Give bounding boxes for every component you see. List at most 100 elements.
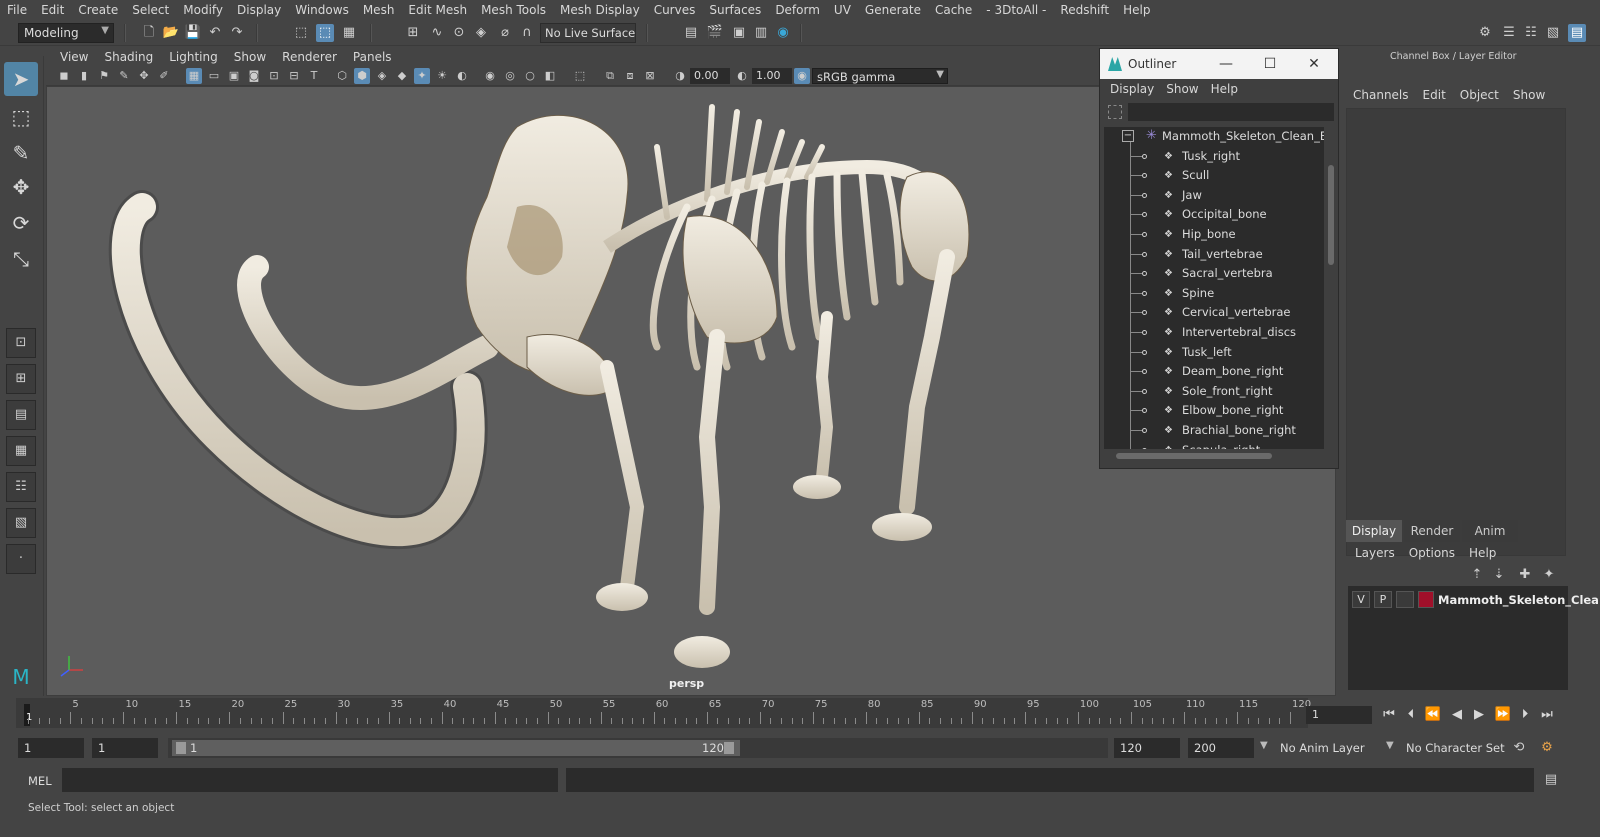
exposure-icon[interactable]: ◑ xyxy=(672,68,688,84)
magnet-icon[interactable]: ∩ xyxy=(518,24,536,42)
outliner-item[interactable]: ❖ Scapula_right xyxy=(1104,441,1324,449)
redo-icon[interactable]: ↷ xyxy=(228,24,246,42)
undo-icon[interactable]: ↶ xyxy=(206,24,224,42)
layer-row[interactable]: V P Mammoth_Skeleton_Clea xyxy=(1348,590,1599,610)
menu-select[interactable]: Select xyxy=(125,3,176,17)
textured-icon[interactable]: ◆ xyxy=(394,68,410,84)
outliner-item[interactable]: ❖ Jaw xyxy=(1104,186,1324,205)
outliner-menu-display[interactable]: Display xyxy=(1104,82,1160,96)
panel-menu-view[interactable]: View xyxy=(52,50,96,64)
outliner-titlebar[interactable]: Outliner — ☐ ✕ xyxy=(1100,49,1338,79)
auto-key-icon[interactable]: ⟲ xyxy=(1510,739,1528,757)
safe-action-icon[interactable]: ⊟ xyxy=(286,68,302,84)
new-layer-selected-icon[interactable]: ✦ xyxy=(1540,566,1558,584)
close-icon[interactable]: ✕ xyxy=(1304,55,1324,73)
persp-outliner-layout-icon[interactable]: ▤ xyxy=(6,400,36,430)
render-settings-icon[interactable]: ▤ xyxy=(682,24,700,42)
select-by-hierarchy-icon[interactable]: ⬚ xyxy=(292,24,310,42)
layer-menu-options[interactable]: Options xyxy=(1402,546,1462,560)
xray-components-icon[interactable]: ⧈ xyxy=(622,68,638,84)
script-editor-icon[interactable]: ▤ xyxy=(1542,771,1560,789)
wireframe-on-shaded-icon[interactable]: ◈ xyxy=(374,68,390,84)
step-forward-key-icon[interactable]: ⏩ xyxy=(1494,706,1512,724)
layer-visibility-toggle[interactable]: V xyxy=(1352,591,1370,608)
outliner-item[interactable]: ❖ Hip_bone xyxy=(1104,225,1324,244)
gate-mask-icon[interactable]: ◙ xyxy=(246,68,262,84)
render-view-icon[interactable]: ▥ xyxy=(752,24,770,42)
layer-playback-toggle[interactable]: P xyxy=(1374,591,1392,608)
menu-mesh-display[interactable]: Mesh Display xyxy=(553,3,647,17)
panel-menu-panels[interactable]: Panels xyxy=(345,50,400,64)
channel-box-area[interactable] xyxy=(1346,108,1566,556)
character-set-dropdown[interactable]: No Character Set xyxy=(1400,738,1505,758)
gamma-field[interactable]: 1.00 xyxy=(752,68,792,84)
outliner-item[interactable]: ❖ Occipital_bone xyxy=(1104,205,1324,224)
screen-space-ao-icon[interactable]: ◐ xyxy=(454,68,470,84)
tool-settings-icon[interactable]: ▧ xyxy=(1544,24,1562,42)
motion-blur-icon[interactable]: ◉ xyxy=(482,68,498,84)
outliner-horizontal-scrollbar[interactable] xyxy=(1104,450,1324,462)
xray-icon[interactable]: ⬚ xyxy=(572,68,588,84)
outliner-item[interactable]: ❖ Deam_bone_right xyxy=(1104,362,1324,381)
maximize-icon[interactable]: ☐ xyxy=(1260,55,1280,73)
menu-mesh[interactable]: Mesh xyxy=(356,3,402,17)
exposure-field[interactable]: 0.00 xyxy=(690,68,730,84)
menu-curves[interactable]: Curves xyxy=(647,3,703,17)
outliner-menu-show[interactable]: Show xyxy=(1160,82,1204,96)
snap-to-view-plane-icon[interactable]: ◈ xyxy=(472,24,490,42)
film-gate-icon[interactable]: ▭ xyxy=(206,68,222,84)
outliner-menu-help[interactable]: Help xyxy=(1205,82,1244,96)
menu-windows[interactable]: Windows xyxy=(288,3,356,17)
image-plane-icon[interactable]: ✎ xyxy=(116,68,132,84)
four-view-layout-icon[interactable]: ⊞ xyxy=(6,364,36,394)
menu-display[interactable]: Display xyxy=(230,3,288,17)
animation-end-field[interactable]: 200 xyxy=(1188,738,1254,758)
outliner-search-input[interactable] xyxy=(1128,103,1334,121)
filter-icon[interactable] xyxy=(1108,105,1122,119)
range-end-handle[interactable] xyxy=(724,742,734,754)
gamma-icon[interactable]: ◐ xyxy=(734,68,750,84)
new-scene-icon[interactable]: 🗋 xyxy=(140,24,158,42)
layer-type-toggle[interactable] xyxy=(1396,591,1414,608)
workspace-icon[interactable]: ⚙ xyxy=(1476,24,1494,42)
layer-menu-layers[interactable]: Layers xyxy=(1348,546,1402,560)
menu-modify[interactable]: Modify xyxy=(176,3,230,17)
step-back-key-icon[interactable]: ⏪ xyxy=(1424,706,1442,724)
snap-to-grid-icon[interactable]: ⊞ xyxy=(404,24,422,42)
snap-to-curve-icon[interactable]: ∿ xyxy=(428,24,446,42)
backface-culling-icon[interactable]: ⊠ xyxy=(642,68,658,84)
outliner-item[interactable]: ❖ Brachial_bone_right xyxy=(1104,421,1324,440)
outliner-item[interactable]: ❖ Sole_front_right xyxy=(1104,382,1324,401)
rotate-tool-icon[interactable]: ⟳ xyxy=(4,206,38,240)
panel-menu-lighting[interactable]: Lighting xyxy=(161,50,226,64)
live-surface-field[interactable]: No Live Surface xyxy=(540,23,636,43)
menu-generate[interactable]: Generate xyxy=(858,3,928,17)
move-layer-down-icon[interactable]: ⇣ xyxy=(1490,566,1508,584)
play-backwards-icon[interactable]: ◀ xyxy=(1448,706,1466,724)
menu-file[interactable]: File xyxy=(0,3,34,17)
step-forward-frame-icon[interactable]: ⏵ xyxy=(1516,706,1534,724)
wireframe-icon[interactable]: ⬡ xyxy=(334,68,350,84)
modeling-toolkit-icon[interactable]: ☰ xyxy=(1500,24,1518,42)
anim-layer-dropdown[interactable]: No Anim Layer xyxy=(1274,738,1378,758)
menu-surfaces[interactable]: Surfaces xyxy=(702,3,768,17)
grid-icon[interactable]: ▦ xyxy=(186,68,202,84)
select-by-object-icon[interactable]: ⬚ xyxy=(316,24,334,42)
safe-title-icon[interactable]: T xyxy=(306,68,322,84)
outliner-root-item[interactable]: − ✳ Mammoth_Skeleton_Clean_Bon xyxy=(1104,127,1324,146)
grease-pencil-icon[interactable]: ✐ xyxy=(156,68,172,84)
color-management-icon[interactable]: ◉ xyxy=(794,68,810,84)
menu-mesh-tools[interactable]: Mesh Tools xyxy=(474,3,553,17)
select-by-component-icon[interactable]: ▦ xyxy=(340,24,358,42)
outliner-item[interactable]: ❖ Sacral_vertebra xyxy=(1104,264,1324,283)
command-language-label[interactable]: MEL xyxy=(28,774,52,788)
collapse-icon[interactable]: − xyxy=(1122,130,1134,142)
chevron-down-icon[interactable]: ▼ xyxy=(1260,740,1268,751)
depth-of-field-icon[interactable]: ○ xyxy=(522,68,538,84)
minimize-icon[interactable]: — xyxy=(1216,55,1236,73)
go-to-end-icon[interactable]: ⏭ xyxy=(1538,706,1556,724)
hypershade-layout-icon[interactable]: ☷ xyxy=(6,472,36,502)
outliner-item[interactable]: ❖ Cervical_vertebrae xyxy=(1104,303,1324,322)
tab-display[interactable]: Display xyxy=(1346,520,1402,542)
channel-box-icon[interactable]: ▤ xyxy=(1568,24,1586,42)
